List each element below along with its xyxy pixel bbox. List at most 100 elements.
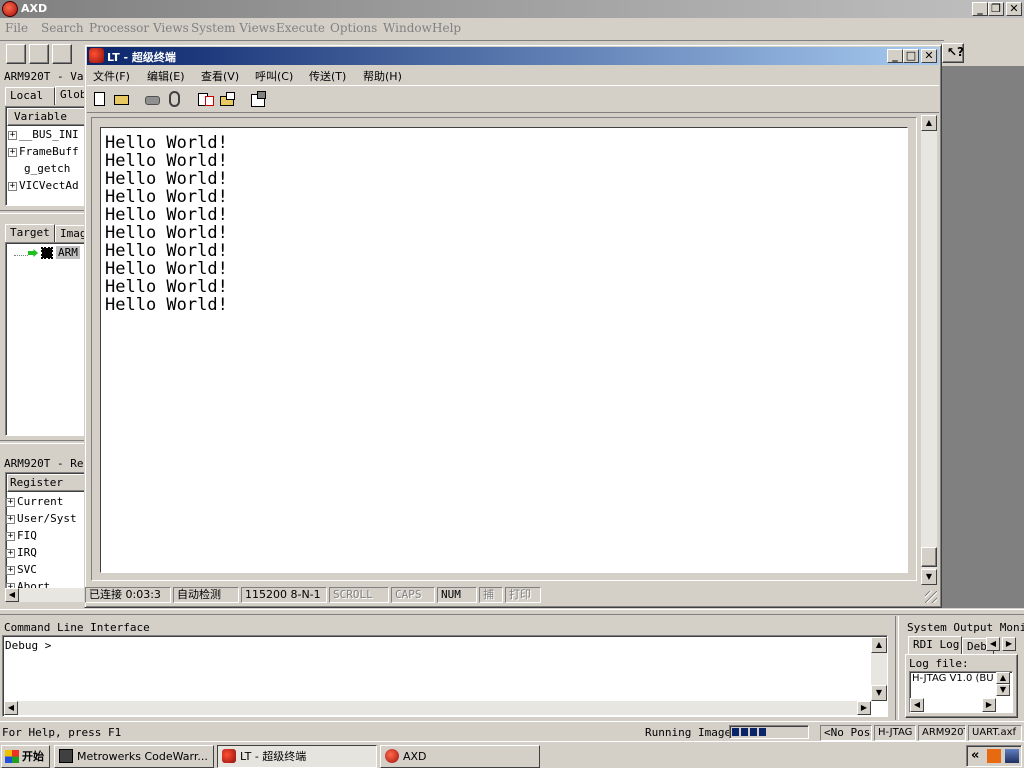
scroll-down-button[interactable]: ▼ (921, 569, 937, 585)
register-item[interactable]: + FIQ (6, 528, 37, 544)
log-file-field[interactable]: H-JTAG V1.0 (BU ▲ ▼ ◀ ▶ (909, 671, 1013, 713)
variable-item[interactable]: + FrameBuff (8, 144, 79, 160)
command-line-area[interactable]: Debug > ▲ ▼ ◀ ▶ (2, 635, 888, 717)
register-item[interactable]: + SVC (6, 562, 37, 578)
new-connection-icon[interactable] (90, 90, 110, 110)
scroll-up-button[interactable]: ▲ (996, 672, 1010, 684)
variable-item[interactable]: g_getch (24, 161, 70, 177)
expand-icon[interactable]: + (8, 181, 17, 191)
scroll-left-button[interactable]: ◀ (910, 698, 924, 712)
menu-execute[interactable]: Execute (276, 19, 325, 37)
expand-icon[interactable]: + (6, 565, 15, 575)
terminal-line: Hello World! (105, 169, 228, 189)
axd-title-bar: AXD _ ❐ ✕ (0, 0, 1024, 18)
scroll-left-button[interactable]: ◀ (5, 588, 19, 602)
register-item[interactable]: + Current (6, 494, 63, 510)
log-file-label: Log file: (909, 657, 969, 670)
scroll-up-button[interactable]: ▲ (871, 637, 887, 653)
registers-hscrollbar[interactable]: ◀ (5, 588, 85, 602)
tray-network-icon[interactable] (1005, 749, 1019, 763)
terminal-maximize-button[interactable]: □ (903, 49, 919, 63)
terminal-menu-edit[interactable]: 编辑(E) (147, 68, 185, 84)
status-connected: 已连接 0:03:3 (85, 587, 171, 603)
command-vscrollbar[interactable]: ▲ ▼ (871, 637, 887, 701)
terminal-menu-help[interactable]: 帮助(H) (363, 68, 402, 84)
disconnect-icon[interactable] (165, 90, 185, 110)
dial-phone-icon[interactable] (143, 90, 163, 110)
tab-scroll-left-button[interactable]: ◀ (986, 637, 1000, 651)
tab-target[interactable]: Target (5, 224, 55, 242)
variable-item[interactable]: + VICVectAd (8, 178, 79, 194)
panel-divider[interactable] (0, 210, 86, 214)
axd-minimize-button[interactable]: _ (972, 2, 988, 16)
variable-column-header[interactable]: Variable (7, 108, 84, 126)
taskbar-axd[interactable]: AXD (380, 745, 540, 768)
terminal-menu-call[interactable]: 呼叫(C) (255, 68, 293, 84)
register-column-header[interactable]: Register (7, 474, 84, 492)
current-target-arrow-icon (28, 249, 38, 257)
expand-icon[interactable]: + (8, 147, 17, 157)
menu-system-views[interactable]: System Views (191, 19, 275, 37)
scroll-thumb[interactable] (921, 547, 937, 567)
variable-item[interactable]: + __BUS_INI (8, 127, 79, 143)
menu-help[interactable]: Help (432, 19, 461, 37)
register-item[interactable]: + IRQ (6, 545, 37, 561)
menu-window[interactable]: Window (383, 19, 432, 37)
tab-scroll-right-button[interactable]: ▶ (1002, 637, 1016, 651)
scroll-right-button[interactable]: ▶ (857, 701, 871, 715)
terminal-menu-view[interactable]: 查看(V) (201, 68, 239, 84)
scroll-up-button[interactable]: ▲ (921, 115, 937, 131)
receive-file-icon[interactable] (218, 90, 238, 110)
terminal-output[interactable]: Hello World! Hello World! Hello World! H… (100, 127, 908, 573)
panel-divider[interactable] (0, 440, 86, 444)
taskbar-hyperterminal[interactable]: LT - 超级终端 (217, 745, 377, 768)
tab-rdi-log[interactable]: RDI Log (908, 636, 962, 654)
scroll-left-button[interactable]: ◀ (4, 701, 18, 715)
tab-local[interactable]: Local (5, 87, 55, 105)
terminal-line: Hello World! (105, 151, 228, 171)
command-hscrollbar[interactable]: ◀ ▶ (4, 701, 871, 715)
taskbar-codewarrior[interactable]: Metrowerks CodeWarr... (54, 745, 214, 768)
menu-options[interactable]: Options (330, 19, 377, 37)
terminal-menu-transfer[interactable]: 传送(T) (309, 68, 346, 84)
target-processor-item[interactable]: ARM (56, 246, 80, 259)
expand-icon[interactable]: + (6, 548, 15, 558)
resize-grip-icon[interactable] (925, 591, 937, 603)
axd-close-button[interactable]: ✕ (1006, 2, 1022, 16)
hyperterminal-window: LT - 超级终端 _ □ ✕ 文件(F) 编辑(E) 查看(V) 呼叫(C) … (84, 44, 942, 608)
scroll-right-button[interactable]: ▶ (982, 698, 996, 712)
scroll-down-button[interactable]: ▼ (871, 685, 887, 701)
terminal-vscrollbar[interactable]: ▲ ▼ (921, 115, 937, 585)
expand-icon[interactable]: + (8, 130, 17, 140)
tray-expand-icon[interactable]: « (971, 748, 979, 763)
tray-app-icon[interactable] (987, 749, 1001, 763)
toolbar-watch-icon[interactable] (29, 44, 49, 64)
expand-icon[interactable]: + (6, 497, 15, 507)
menu-search[interactable]: Search (41, 19, 84, 37)
terminal-line: Hello World! (105, 241, 228, 261)
axd-restore-button[interactable]: ❐ (988, 2, 1004, 16)
tab-global[interactable]: Glob (55, 86, 85, 104)
terminal-close-button[interactable]: ✕ (921, 49, 937, 63)
open-folder-icon[interactable] (112, 90, 132, 110)
menu-processor-views[interactable]: Processor Views (89, 19, 189, 37)
terminal-line: Hello World! (105, 133, 228, 153)
register-item[interactable]: + User/Syst (6, 511, 77, 527)
start-button[interactable]: 开始 (1, 745, 50, 768)
tab-image[interactable]: Imag (55, 225, 85, 243)
expand-icon[interactable]: + (6, 531, 15, 541)
horizontal-splitter[interactable] (0, 609, 1024, 615)
scroll-down-button[interactable]: ▼ (996, 684, 1010, 696)
toolbar-memory-icon[interactable] (52, 44, 72, 64)
terminal-menu-file[interactable]: 文件(F) (93, 68, 130, 84)
terminal-minimize-button[interactable]: _ (887, 49, 903, 63)
send-file-icon[interactable] (196, 90, 216, 110)
windows-logo-icon (5, 750, 19, 763)
expand-icon[interactable]: + (6, 514, 15, 524)
registers-tree: Register + Current + User/Syst + FIQ + IRQ +… (5, 472, 85, 590)
context-help-icon[interactable]: ↖? (942, 43, 964, 63)
toolbar-debug-icon[interactable] (6, 44, 26, 64)
properties-icon[interactable] (249, 90, 269, 110)
menu-file[interactable]: File (5, 19, 28, 37)
panel-divider[interactable] (895, 616, 899, 720)
